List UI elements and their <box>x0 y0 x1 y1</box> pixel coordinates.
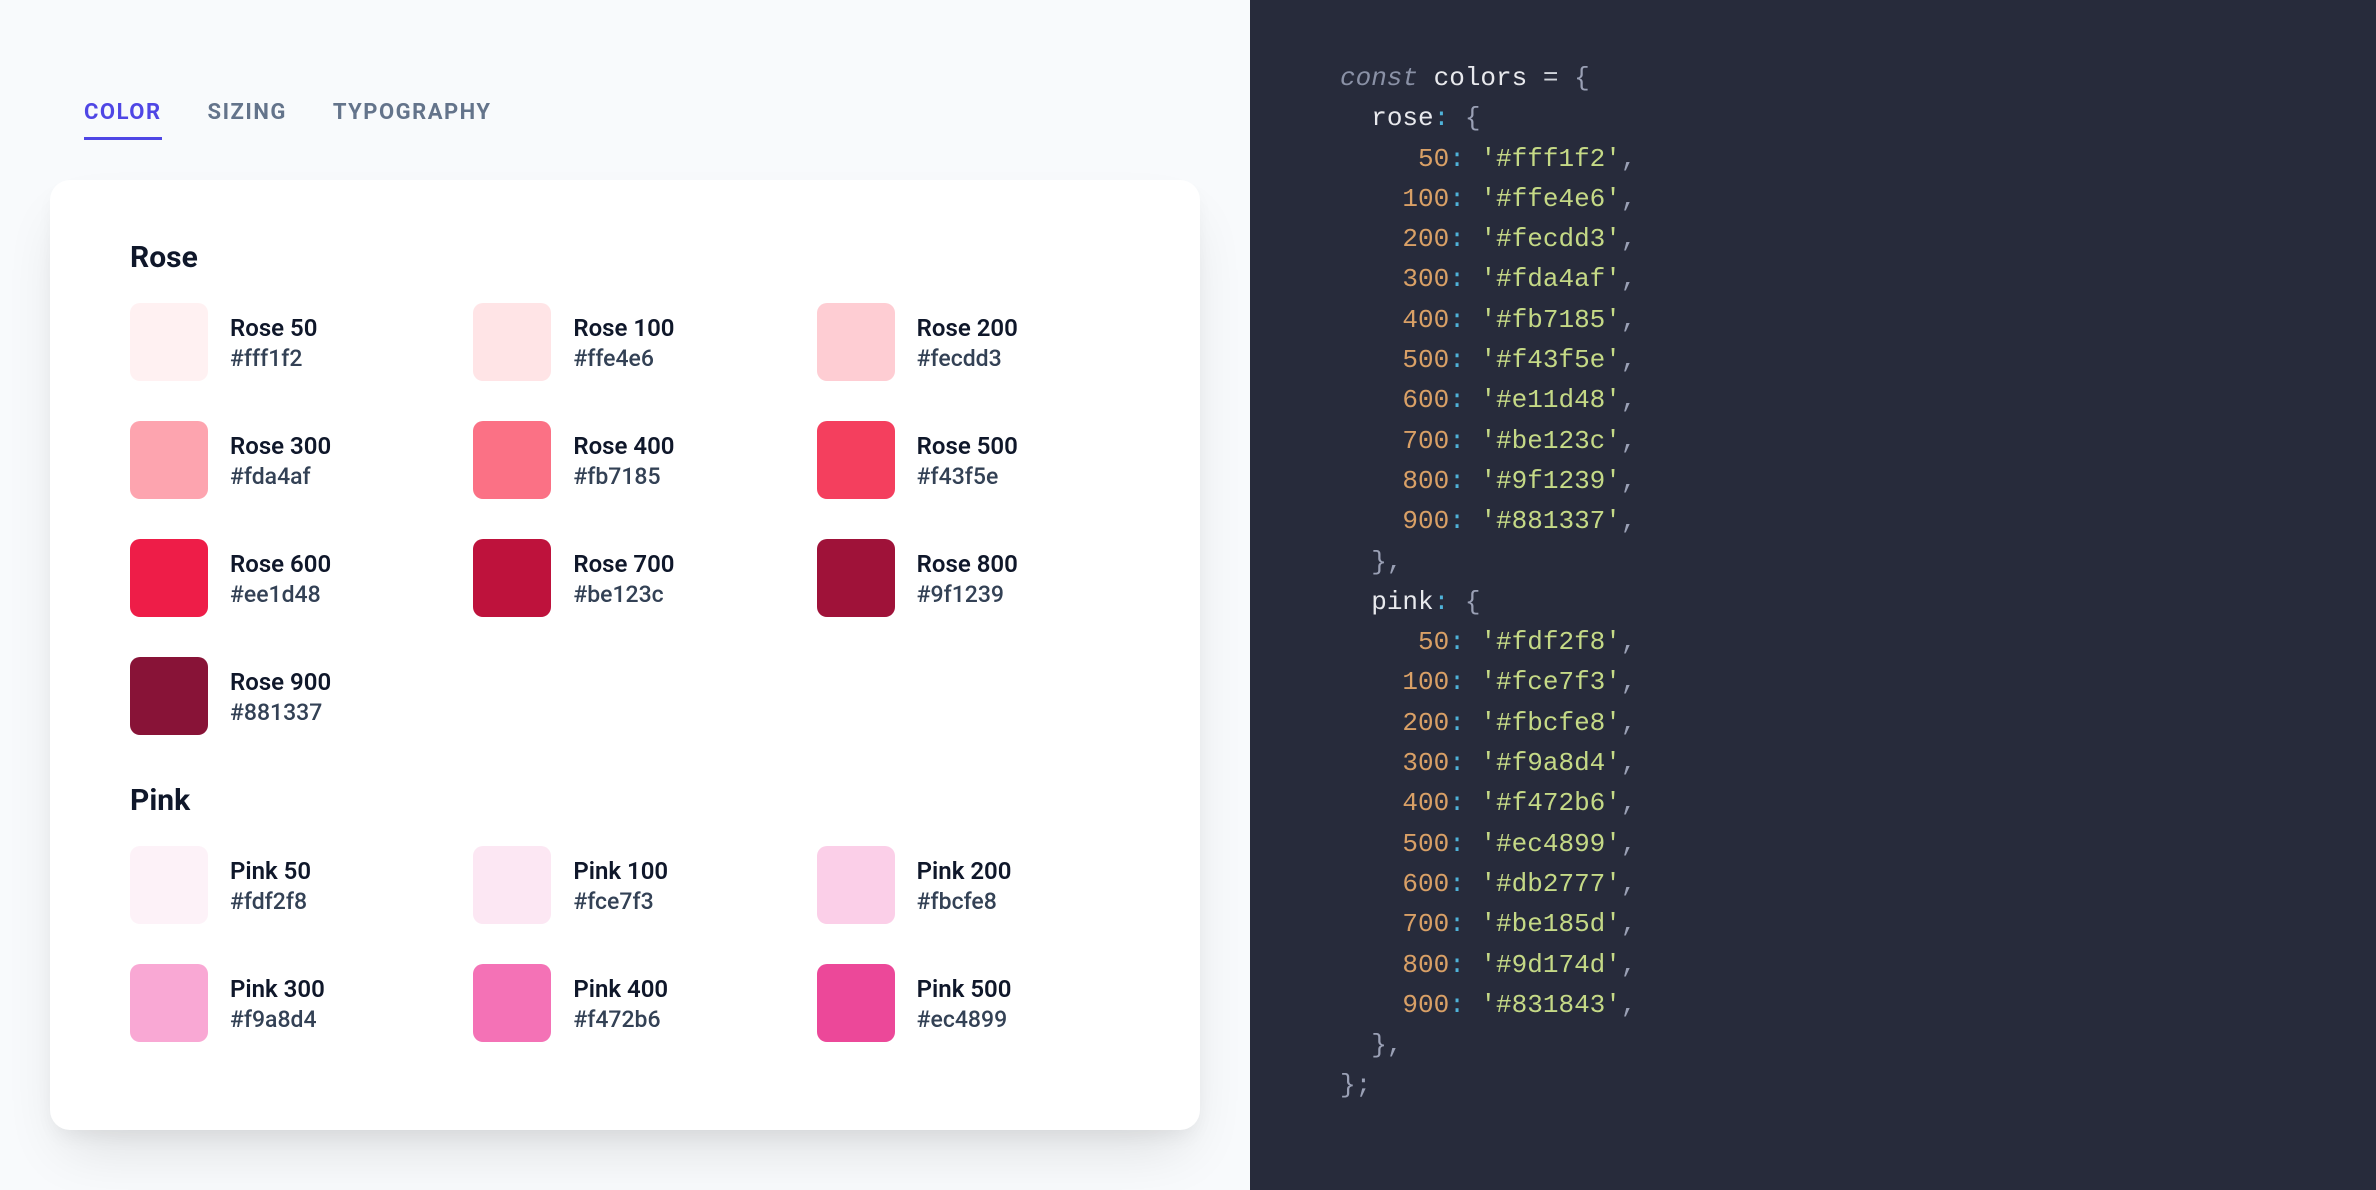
swatch-label: Rose 900 <box>230 666 331 698</box>
swatch-text: Rose 700#be123c <box>573 548 674 607</box>
swatch-label: Rose 800 <box>917 548 1018 580</box>
swatch-rose-500: Rose 500#f43f5e <box>817 421 1120 499</box>
swatch-chip <box>817 846 895 924</box>
swatch-label: Rose 500 <box>917 430 1018 462</box>
swatch-text: Pink 500#ec4899 <box>917 973 1012 1032</box>
swatch-rose-200: Rose 200#fecdd3 <box>817 303 1120 381</box>
swatch-label: Rose 600 <box>230 548 331 580</box>
swatch-label: Pink 500 <box>917 973 1012 1005</box>
swatch-text: Rose 100#ffe4e6 <box>573 312 674 371</box>
swatch-label: Pink 200 <box>917 855 1012 887</box>
swatch-text: Pink 100#fce7f3 <box>573 855 668 914</box>
swatch-hex: #fce7f3 <box>573 888 668 915</box>
swatch-chip <box>817 539 895 617</box>
swatch-chip <box>130 846 208 924</box>
swatch-text: Rose 50#fff1f2 <box>230 312 317 371</box>
swatch-chip <box>817 964 895 1042</box>
swatch-chip <box>130 421 208 499</box>
palette-card: Rose Rose 50#fff1f2 Rose 100#ffe4e6 Rose 2… <box>50 180 1200 1130</box>
swatch-text: Pink 300#f9a8d4 <box>230 973 325 1032</box>
swatch-chip <box>130 657 208 735</box>
swatch-pink-300: Pink 300#f9a8d4 <box>130 964 433 1042</box>
tab-color[interactable]: COLOR <box>84 100 162 140</box>
swatch-label: Rose 300 <box>230 430 331 462</box>
swatch-chip <box>473 539 551 617</box>
swatch-text: Rose 900#881337 <box>230 666 331 725</box>
group-title-rose: Rose <box>130 240 1120 275</box>
swatch-label: Pink 400 <box>573 973 668 1005</box>
swatch-text: Pink 50#fdf2f8 <box>230 855 311 914</box>
swatch-hex: #f472b6 <box>573 1006 668 1033</box>
swatch-text: Pink 400#f472b6 <box>573 973 668 1032</box>
swatch-chip <box>817 303 895 381</box>
swatch-label: Rose 50 <box>230 312 317 344</box>
swatch-rose-700: Rose 700#be123c <box>473 539 776 617</box>
swatch-text: Rose 500#f43f5e <box>917 430 1018 489</box>
swatch-hex: #ee1d48 <box>230 581 331 608</box>
swatch-chip <box>130 303 208 381</box>
swatch-text: Rose 600#ee1d48 <box>230 548 331 607</box>
swatch-label: Pink 100 <box>573 855 668 887</box>
swatch-chip <box>473 964 551 1042</box>
tab-sizing[interactable]: SIZING <box>208 100 287 140</box>
swatch-hex: #ffe4e6 <box>573 345 674 372</box>
swatch-pink-100: Pink 100#fce7f3 <box>473 846 776 924</box>
swatch-label: Pink 300 <box>230 973 325 1005</box>
swatch-pink-400: Pink 400#f472b6 <box>473 964 776 1042</box>
design-tokens-pane: COLOR SIZING TYPOGRAPHY Rose Rose 50#fff… <box>0 0 1250 1190</box>
swatch-rose-400: Rose 400#fb7185 <box>473 421 776 499</box>
swatch-text: Rose 300#fda4af <box>230 430 331 489</box>
swatch-chip <box>473 421 551 499</box>
swatch-label: Rose 100 <box>573 312 674 344</box>
swatch-label: Rose 700 <box>573 548 674 580</box>
swatch-text: Pink 200#fbcfe8 <box>917 855 1012 914</box>
swatch-text: Rose 200#fecdd3 <box>917 312 1018 371</box>
swatch-hex: #9f1239 <box>917 581 1018 608</box>
swatch-text: Rose 800#9f1239 <box>917 548 1018 607</box>
swatch-rose-900: Rose 900#881337 <box>130 657 433 735</box>
tabs: COLOR SIZING TYPOGRAPHY <box>84 100 1200 140</box>
code-pane: const colors = { rose: { 50: '#fff1f2', … <box>1250 0 2376 1190</box>
swatch-chip <box>130 964 208 1042</box>
tab-typography[interactable]: TYPOGRAPHY <box>333 100 492 140</box>
swatch-hex: #f43f5e <box>917 463 1018 490</box>
swatch-chip <box>817 421 895 499</box>
group-title-pink: Pink <box>130 783 1120 818</box>
swatch-label: Pink 50 <box>230 855 311 887</box>
swatch-chip <box>473 303 551 381</box>
swatch-grid-pink: Pink 50#fdf2f8 Pink 100#fce7f3 Pink 200#fb… <box>130 846 1120 1042</box>
swatch-hex: #881337 <box>230 699 331 726</box>
swatch-pink-500: Pink 500#ec4899 <box>817 964 1120 1042</box>
swatch-pink-200: Pink 200#fbcfe8 <box>817 846 1120 924</box>
swatch-hex: #fbcfe8 <box>917 888 1012 915</box>
swatch-chip <box>130 539 208 617</box>
swatch-rose-600: Rose 600#ee1d48 <box>130 539 433 617</box>
swatch-hex: #fb7185 <box>573 463 674 490</box>
swatch-label: Rose 200 <box>917 312 1018 344</box>
swatch-text: Rose 400#fb7185 <box>573 430 674 489</box>
swatch-rose-100: Rose 100#ffe4e6 <box>473 303 776 381</box>
swatch-hex: #fecdd3 <box>917 345 1018 372</box>
swatch-label: Rose 400 <box>573 430 674 462</box>
swatch-rose-800: Rose 800#9f1239 <box>817 539 1120 617</box>
swatch-hex: #fda4af <box>230 463 331 490</box>
swatch-rose-50: Rose 50#fff1f2 <box>130 303 433 381</box>
swatch-pink-50: Pink 50#fdf2f8 <box>130 846 433 924</box>
swatch-hex: #fdf2f8 <box>230 888 311 915</box>
swatch-hex: #ec4899 <box>917 1006 1012 1033</box>
swatch-hex: #be123c <box>573 581 674 608</box>
swatch-grid-rose: Rose 50#fff1f2 Rose 100#ffe4e6 Rose 200#fe… <box>130 303 1120 735</box>
swatch-hex: #fff1f2 <box>230 345 317 372</box>
swatch-hex: #f9a8d4 <box>230 1006 325 1033</box>
swatch-rose-300: Rose 300#fda4af <box>130 421 433 499</box>
swatch-chip <box>473 846 551 924</box>
